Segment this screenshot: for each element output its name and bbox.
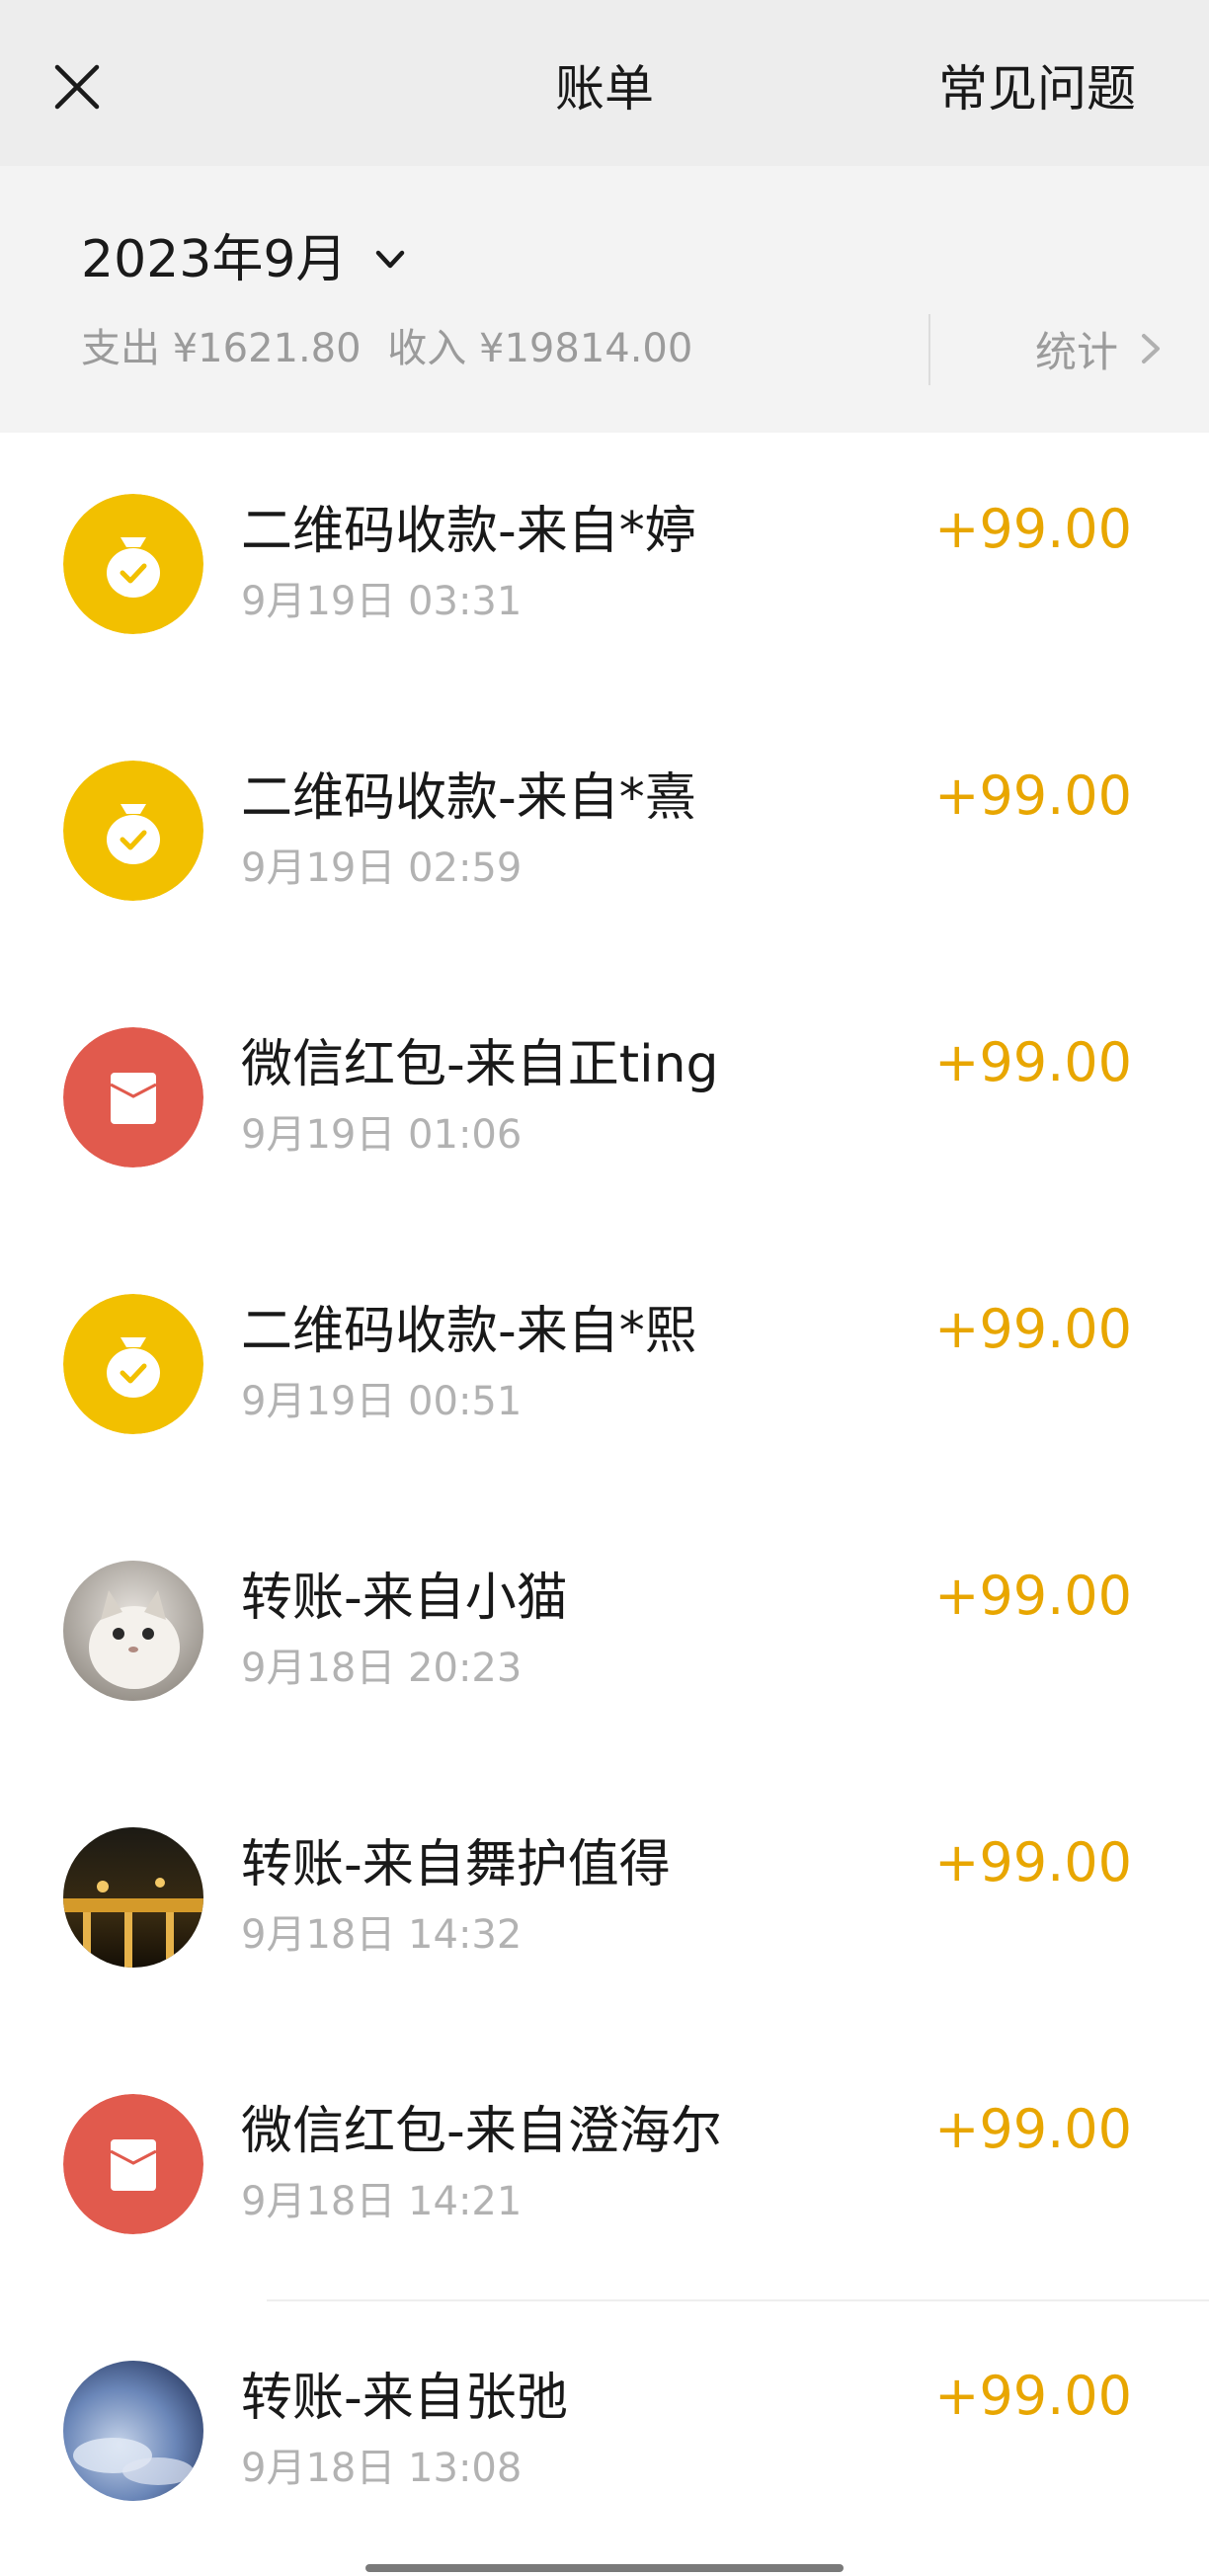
transaction-title: 二维码收款-来自*熙 [241, 1302, 696, 1361]
chevron-down-icon [376, 250, 405, 269]
transaction-amount: +99.00 [934, 1565, 1132, 1627]
monthly-totals: 支出 ¥1621.80 收入 ¥19814.00 [81, 319, 692, 378]
income-value: ¥19814.00 [479, 326, 693, 371]
qr-payment-icon [63, 1294, 203, 1434]
red-packet-icon [63, 1027, 203, 1167]
income-label: 收入 [387, 326, 467, 371]
transaction-amount: +99.00 [934, 2365, 1132, 2427]
transaction-time: 9月18日 14:32 [241, 1912, 523, 1958]
transaction-title: 转账-来自小猫 [241, 1569, 568, 1628]
chevron-right-icon [1142, 334, 1160, 363]
transaction-amount: +99.00 [934, 1831, 1132, 1893]
sky-avatar [63, 2361, 203, 2501]
faq-button[interactable]: 常见问题 [938, 59, 1136, 119]
transaction-title: 转账-来自舞护值得 [241, 1835, 671, 1894]
transaction-amount: +99.00 [934, 1298, 1132, 1360]
month-label: 2023年9月 [81, 230, 348, 289]
statistics-label: 统计 [1034, 327, 1118, 376]
transaction-row[interactable]: 转账-来自舞护值得 9月18日 14:32 +99.00 [0, 1766, 1209, 2033]
monthly-summary: 2023年9月 支出 ¥1621.80 收入 ¥19814.00 统计 [0, 166, 1209, 433]
red-packet-icon [63, 2094, 203, 2234]
transaction-title: 二维码收款-来自*熹 [241, 768, 696, 828]
expense-value: ¥1621.80 [172, 326, 362, 371]
transaction-row[interactable]: 二维码收款-来自*熙 9月19日 00:51 +99.00 [0, 1233, 1209, 1499]
transaction-time: 9月18日 14:21 [241, 2179, 523, 2224]
transaction-time: 9月19日 01:06 [241, 1112, 523, 1158]
cat-avatar [63, 1561, 203, 1701]
transaction-amount: +99.00 [934, 1031, 1132, 1093]
transaction-title: 转账-来自张弛 [241, 2369, 568, 2428]
transaction-amount: +99.00 [934, 498, 1132, 560]
transaction-time: 9月19日 03:31 [241, 579, 523, 624]
month-picker[interactable]: 2023年9月 [81, 225, 410, 294]
transaction-title: 微信红包-来自澄海尔 [241, 2102, 722, 2161]
divider [928, 314, 930, 385]
transaction-time: 9月18日 13:08 [241, 2446, 523, 2491]
transaction-title: 二维码收款-来自*婷 [241, 502, 696, 561]
statistics-link[interactable]: 统计 [1035, 319, 1166, 378]
transaction-time: 9月18日 20:23 [241, 1646, 523, 1691]
night-scene-avatar [63, 1827, 203, 1968]
transaction-time: 9月19日 02:59 [241, 845, 523, 891]
transaction-row[interactable]: 转账-来自小猫 9月18日 20:23 +99.00 [0, 1499, 1209, 1766]
transaction-row[interactable]: 转账-来自张弛 9月18日 13:08 +99.00 [0, 2299, 1209, 2566]
transaction-row[interactable]: 微信红包-来自澄海尔 9月18日 14:21 +99.00 [0, 2033, 1209, 2299]
transaction-amount: +99.00 [934, 2098, 1132, 2160]
home-indicator[interactable] [365, 2564, 844, 2572]
transaction-amount: +99.00 [934, 765, 1132, 827]
expense-label: 支出 [81, 326, 160, 371]
transaction-row[interactable]: 二维码收款-来自*婷 9月19日 03:31 +99.00 [0, 433, 1209, 699]
transaction-title: 微信红包-来自正ting [241, 1035, 719, 1094]
qr-payment-icon [63, 494, 203, 634]
transaction-time: 9月19日 00:51 [241, 1379, 523, 1424]
top-nav-bar: 账单 常见问题 [0, 0, 1209, 166]
transaction-row[interactable]: 二维码收款-来自*熹 9月19日 02:59 +99.00 [0, 699, 1209, 966]
qr-payment-icon [63, 761, 203, 901]
transaction-row[interactable]: 微信红包-来自正ting 9月19日 01:06 +99.00 [0, 966, 1209, 1233]
